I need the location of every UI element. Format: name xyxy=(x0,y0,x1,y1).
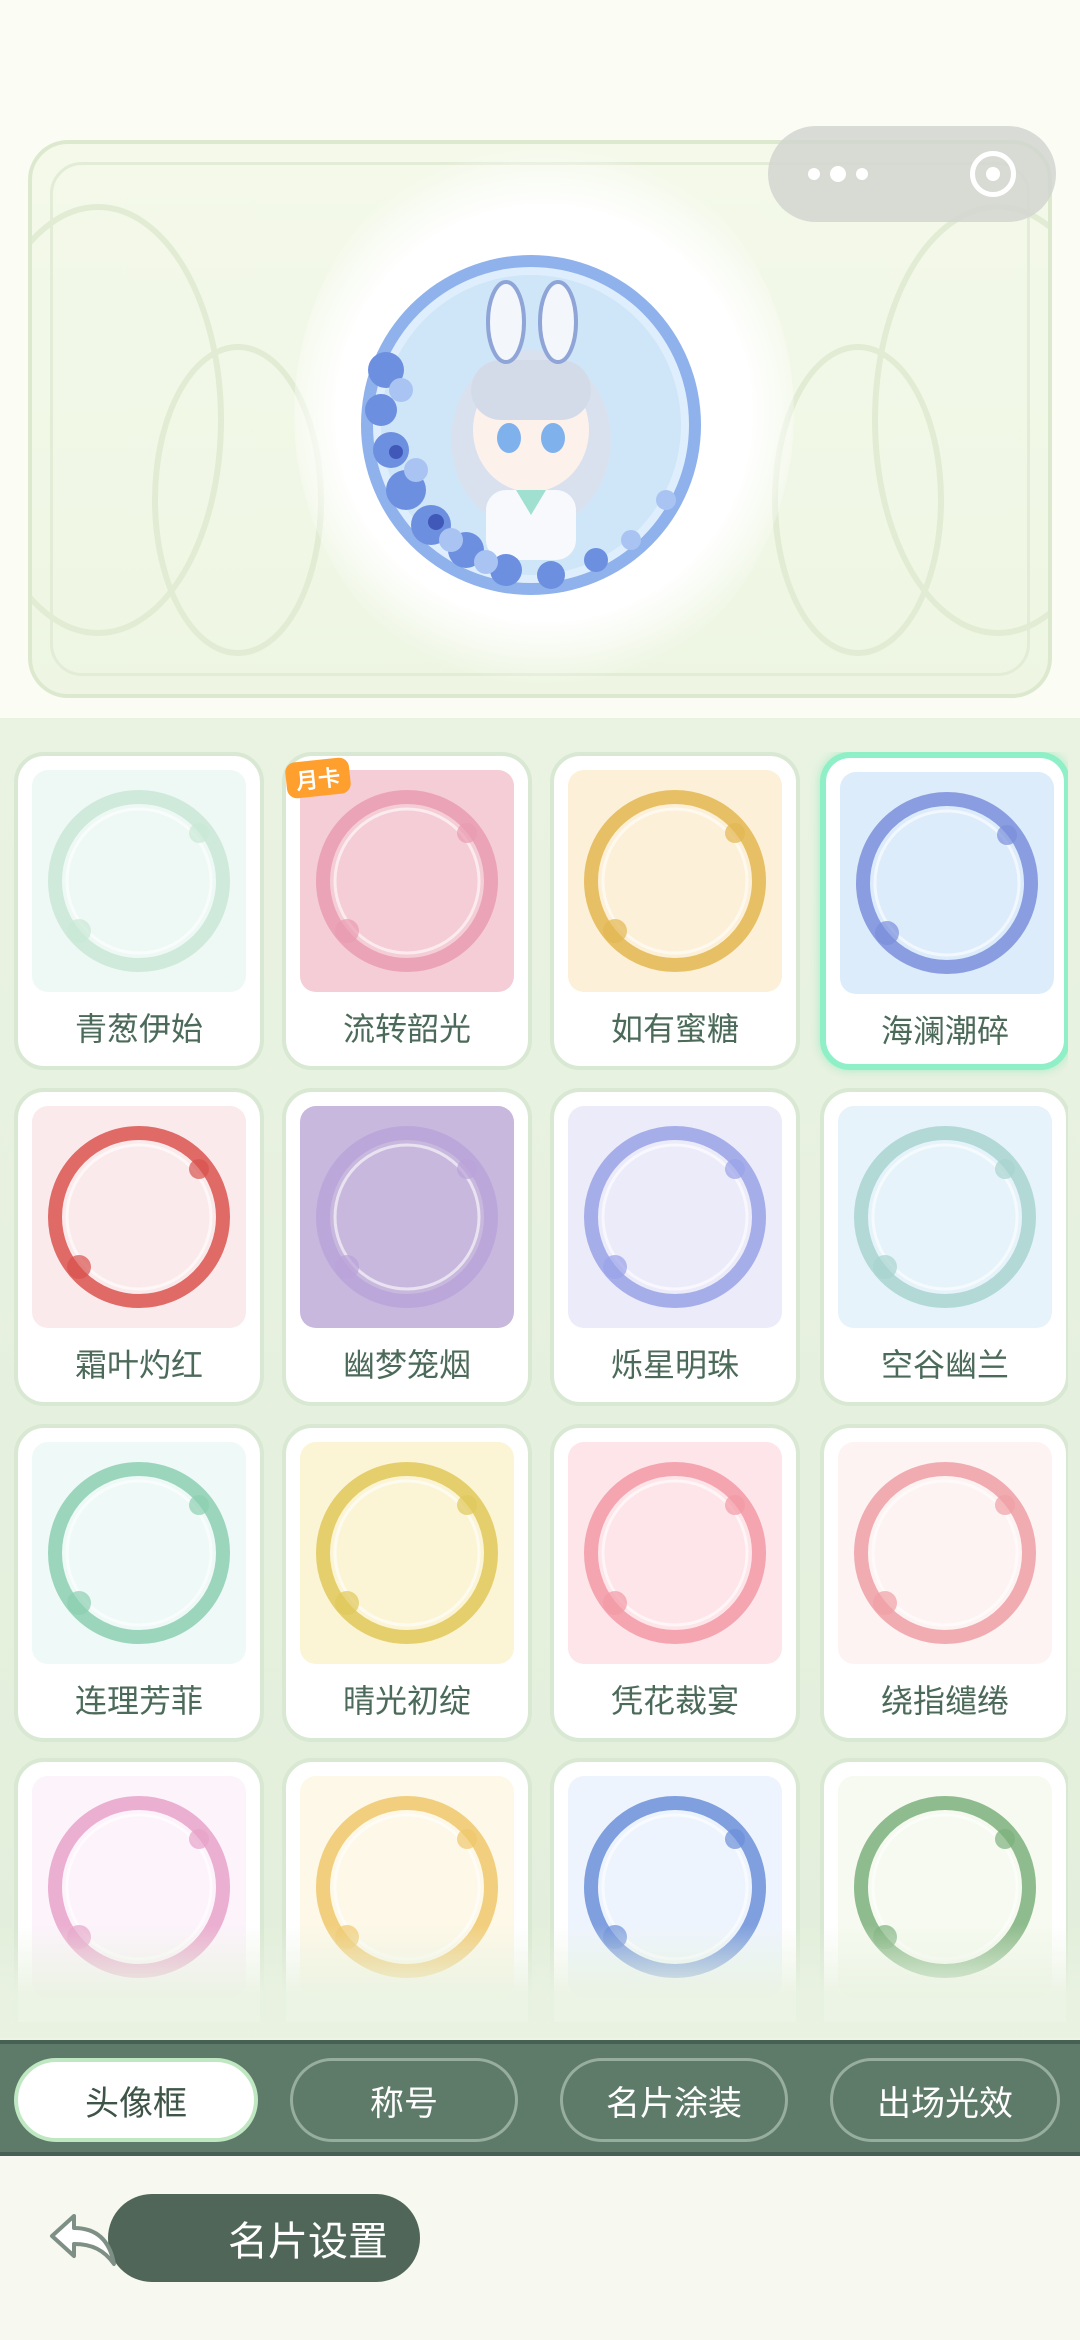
tab-title[interactable]: 称号 xyxy=(290,2058,518,2142)
frame-thumbnail xyxy=(568,1442,782,1664)
frame-item[interactable]: 幽梦笼烟 xyxy=(282,1088,532,1406)
frame-item[interactable]: 青葱伊始 xyxy=(14,752,264,1070)
frame-item[interactable]: 海澜潮碎 xyxy=(820,752,1068,1070)
back-button[interactable]: 名片设置 xyxy=(108,2194,420,2282)
frame-item[interactable]: 霜叶灼红 xyxy=(14,1088,264,1406)
frame-label: 幽梦笼烟 xyxy=(342,1346,471,1384)
tab-card-skin[interactable]: 名片涂装 xyxy=(560,2058,788,2142)
frame-item[interactable]: 绕指缱绻 xyxy=(820,1424,1068,1742)
frame-item[interactable] xyxy=(14,1758,264,2022)
frame-thumbnail xyxy=(32,1106,246,1328)
frame-ring-icon xyxy=(316,1126,498,1308)
frame-item[interactable]: 连理芳菲 xyxy=(14,1424,264,1742)
frame-thumbnail xyxy=(838,1106,1052,1328)
category-tab-bar: 头像框 称号 名片涂装 出场光效 xyxy=(0,2040,1080,2156)
frame-thumbnail xyxy=(300,1106,514,1328)
frame-item[interactable]: 流转韶光 月卡 xyxy=(282,752,532,1070)
mini-program-capsule xyxy=(768,126,1056,222)
frame-label: 如有蜜糖 xyxy=(610,1010,739,1048)
avatar-preview xyxy=(361,255,701,595)
frame-item[interactable]: 晴光初绽 xyxy=(282,1424,532,1742)
frame-label: 连理芳菲 xyxy=(74,1682,203,1720)
frame-item[interactable]: 如有蜜糖 xyxy=(550,752,800,1070)
frame-thumbnail xyxy=(32,1442,246,1664)
frame-label: 凭花裁宴 xyxy=(610,1682,739,1720)
frame-ring-icon xyxy=(48,1796,230,1978)
frame-thumbnail xyxy=(300,1442,514,1664)
frame-ring-icon xyxy=(48,790,230,972)
frame-ring-icon xyxy=(584,1796,766,1978)
frame-ring-icon xyxy=(316,1796,498,1978)
frame-item[interactable]: 凭花裁宴 xyxy=(550,1424,800,1742)
frame-thumbnail xyxy=(568,770,782,992)
monthly-card-badge: 月卡 xyxy=(284,756,352,800)
frame-ring-icon xyxy=(854,1462,1036,1644)
frame-ring-icon xyxy=(48,1462,230,1644)
frame-ring-icon xyxy=(854,1796,1036,1978)
frame-ring-icon xyxy=(584,1126,766,1308)
frame-thumbnail xyxy=(840,772,1054,994)
tab-avatar-frame[interactable]: 头像框 xyxy=(14,2058,258,2142)
frame-label: 青葱伊始 xyxy=(74,1010,203,1048)
frame-label: 空谷幽兰 xyxy=(880,1346,1009,1384)
tab-entrance-effect[interactable]: 出场光效 xyxy=(830,2058,1060,2142)
frame-item[interactable] xyxy=(550,1758,800,2022)
frame-label: 霜叶灼红 xyxy=(74,1346,203,1384)
frame-item[interactable] xyxy=(820,1758,1068,2022)
frame-grid: 青葱伊始 流转韶光 月卡如有蜜糖 海澜潮碎霜叶灼红 幽梦笼烟 烁星明珠 空谷幽兰连理芳菲 晴光… xyxy=(14,752,1068,2022)
frame-thumbnail xyxy=(300,1776,514,1998)
frame-thumbnail xyxy=(838,1776,1052,1998)
frame-ring-icon xyxy=(584,1462,766,1644)
frame-ring-icon xyxy=(854,1126,1036,1308)
frame-ring-icon xyxy=(48,1126,230,1308)
frame-label: 流转韶光 xyxy=(342,1010,471,1048)
back-label: 名片设置 xyxy=(228,2219,388,2265)
frame-ring-icon xyxy=(316,1462,498,1644)
leaf-ornament xyxy=(772,344,944,656)
frame-label: 晴光初绽 xyxy=(342,1682,471,1720)
frame-ring-icon xyxy=(856,792,1038,974)
frame-ring-icon xyxy=(584,790,766,972)
frame-item[interactable]: 烁星明珠 xyxy=(550,1088,800,1406)
frame-thumbnail xyxy=(568,1106,782,1328)
frame-item[interactable] xyxy=(282,1758,532,2022)
frame-label: 海澜潮碎 xyxy=(880,1012,1009,1050)
frame-thumbnail xyxy=(300,770,514,992)
frame-ring-icon xyxy=(316,790,498,972)
frame-thumbnail xyxy=(32,1776,246,1998)
frame-label: 烁星明珠 xyxy=(610,1346,739,1384)
frame-label: 绕指缱绻 xyxy=(880,1682,1009,1720)
frame-item[interactable]: 空谷幽兰 xyxy=(820,1088,1068,1406)
more-icon[interactable] xyxy=(808,166,868,182)
close-target-icon[interactable] xyxy=(970,151,1016,197)
frame-thumbnail xyxy=(838,1442,1052,1664)
frame-thumbnail xyxy=(32,770,246,992)
frame-thumbnail xyxy=(568,1776,782,1998)
back-arrow-icon[interactable] xyxy=(44,2198,124,2278)
